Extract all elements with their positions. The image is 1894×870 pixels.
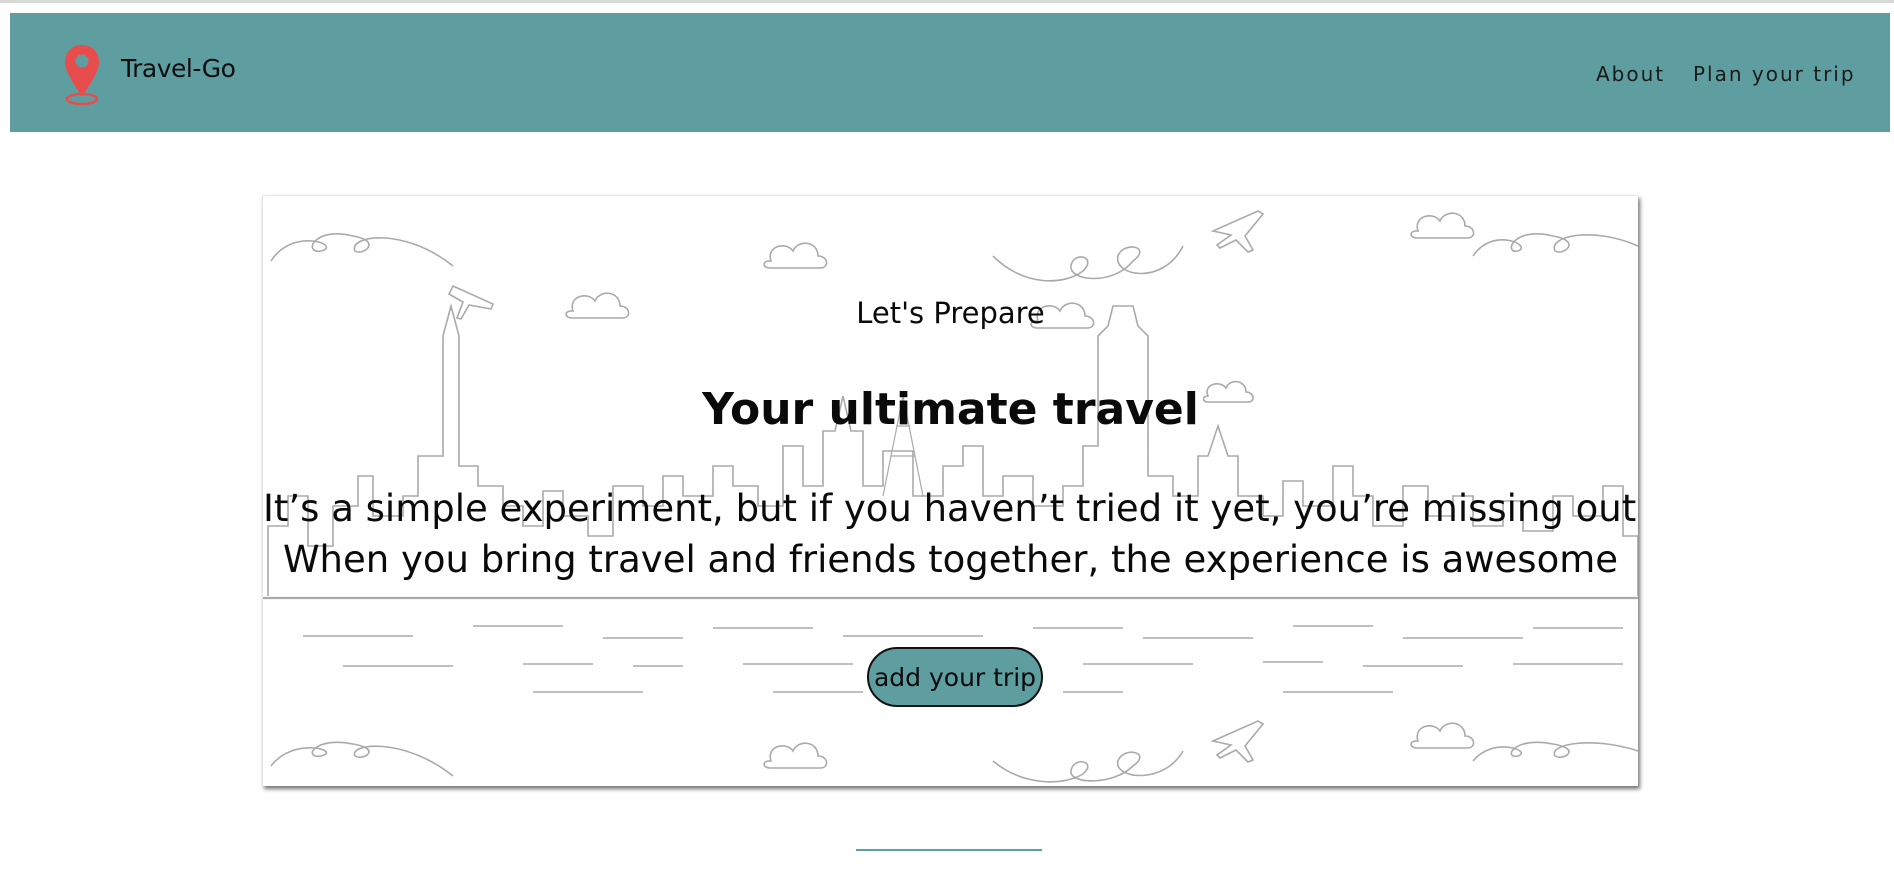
map-pin-icon[interactable] [54,41,110,111]
hero-description-line-2: When you bring travel and friends togeth… [282,538,1619,581]
window-top-border [0,0,1894,3]
nav-plan-trip-link[interactable]: Plan your trip [1693,62,1856,86]
hero-description-line-1: It’s a simple experiment, but if you hav… [263,487,1638,530]
hero-kicker: Let's Prepare [856,296,1045,330]
add-your-trip-button[interactable]: add your trip [867,647,1043,707]
section-divider [856,849,1042,851]
brand-name[interactable]: Travel-Go [121,54,236,83]
hero-headline: Your ultimate travel [702,384,1199,435]
nav-about-link[interactable]: About [1596,62,1665,86]
navbar: Travel-Go About Plan your trip [10,13,1890,132]
hero-banner: Let's Prepare Your ultimate travel It’s … [262,195,1638,786]
